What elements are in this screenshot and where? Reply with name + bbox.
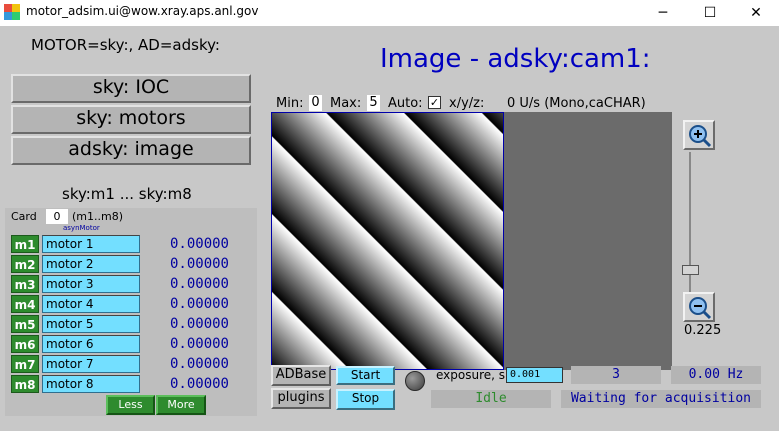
zoom-value: 0.225: [684, 323, 722, 338]
close-button[interactable]: ✕: [733, 0, 779, 26]
motor-value-m5: 0.00000: [169, 316, 229, 332]
motor-button-m8[interactable]: m8: [11, 375, 39, 393]
motor-button-m3[interactable]: m3: [11, 275, 39, 293]
motor-value-m6: 0.00000: [169, 336, 229, 352]
image-button[interactable]: adsky: image: [11, 136, 251, 165]
zoom-out-button[interactable]: [683, 292, 715, 322]
motor-value-m4: 0.00000: [169, 296, 229, 312]
plugins-button[interactable]: plugins: [271, 388, 331, 409]
asyn-motor-label: asynMotor: [63, 224, 100, 232]
motor-value-m3: 0.00000: [169, 276, 229, 292]
window-title-bar: motor_adsim.ui@wow.xray.aps.anl.gov ─ ☐ …: [0, 0, 779, 26]
app-icon: [4, 4, 20, 20]
min-label: Min:: [276, 96, 304, 111]
motor-range-title: sky:m1 ... sky:m8: [62, 185, 192, 203]
image-content: [271, 112, 504, 370]
motor-button-m5[interactable]: m5: [11, 315, 39, 333]
motor-name-m6: motor 6: [42, 335, 140, 353]
start-button[interactable]: Start: [336, 366, 395, 385]
motor-name-m7: motor 7: [42, 355, 140, 373]
exposure-label: exposure, s: [436, 368, 506, 382]
motor-ad-prefix-label: MOTOR=sky:, AD=adsky:: [31, 36, 220, 54]
stop-button[interactable]: Stop: [336, 389, 395, 410]
motor-name-m4: motor 4: [42, 295, 140, 313]
card-range-label: (m1..m8): [72, 210, 124, 223]
acquire-status-led: [405, 371, 425, 391]
image-title: Image - adsky:cam1:: [380, 44, 651, 74]
motor-button-m1[interactable]: m1: [11, 235, 39, 253]
auto-checkbox[interactable]: ✓: [428, 96, 441, 109]
motor-value-m8: 0.00000: [169, 376, 229, 392]
main-panel: MOTOR=sky:, AD=adsky: Image - adsky:cam1…: [0, 26, 779, 431]
detector-state: Idle: [431, 390, 551, 408]
card-input[interactable]: 0: [46, 209, 68, 224]
motors-button[interactable]: sky: motors: [11, 105, 251, 134]
max-label: Max:: [330, 96, 362, 111]
frame-rate: 0.00 Hz: [671, 366, 761, 384]
exposure-input[interactable]: 0.001: [506, 367, 563, 383]
minimize-button[interactable]: ─: [640, 0, 686, 26]
min-input[interactable]: 0: [309, 95, 322, 111]
image-display[interactable]: [271, 112, 672, 370]
motor-value-m2: 0.00000: [169, 256, 229, 272]
ioc-button[interactable]: sky: IOC: [11, 74, 251, 103]
motor-panel: Card 0 (m1..m8) asynMotor m1 motor 1 0.0…: [5, 208, 257, 416]
xyz-label: x/y/z:: [449, 96, 485, 111]
status-message: Waiting for acquisition: [561, 390, 761, 408]
motor-name-m5: motor 5: [42, 315, 140, 333]
rate-info: 0 U/s (Mono,caCHAR): [507, 96, 646, 111]
motor-name-m3: motor 3: [42, 275, 140, 293]
maximize-button[interactable]: ☐: [687, 0, 733, 26]
zoom-in-button[interactable]: [683, 120, 715, 150]
motor-name-m8: motor 8: [42, 375, 140, 393]
motor-button-m6[interactable]: m6: [11, 335, 39, 353]
less-button[interactable]: Less: [106, 395, 155, 415]
motor-name-m2: motor 2: [42, 255, 140, 273]
more-button[interactable]: More: [156, 395, 206, 415]
motor-button-m4[interactable]: m4: [11, 295, 39, 313]
zoom-slider-handle[interactable]: [682, 265, 699, 275]
motor-value-m1: 0.00000: [169, 236, 229, 252]
image-counter: 3: [571, 366, 661, 384]
card-label: Card: [11, 210, 37, 223]
motor-button-m7[interactable]: m7: [11, 355, 39, 373]
motor-name-m1: motor 1: [42, 235, 140, 253]
zoom-in-icon: [689, 125, 712, 148]
motor-value-m7: 0.00000: [169, 356, 229, 372]
max-input[interactable]: 5: [367, 95, 380, 111]
window-title: motor_adsim.ui@wow.xray.aps.anl.gov: [26, 4, 259, 18]
auto-label: Auto:: [388, 96, 423, 111]
motor-button-m2[interactable]: m2: [11, 255, 39, 273]
zoom-out-icon: [689, 297, 712, 320]
adbase-button[interactable]: ADBase: [271, 365, 331, 386]
